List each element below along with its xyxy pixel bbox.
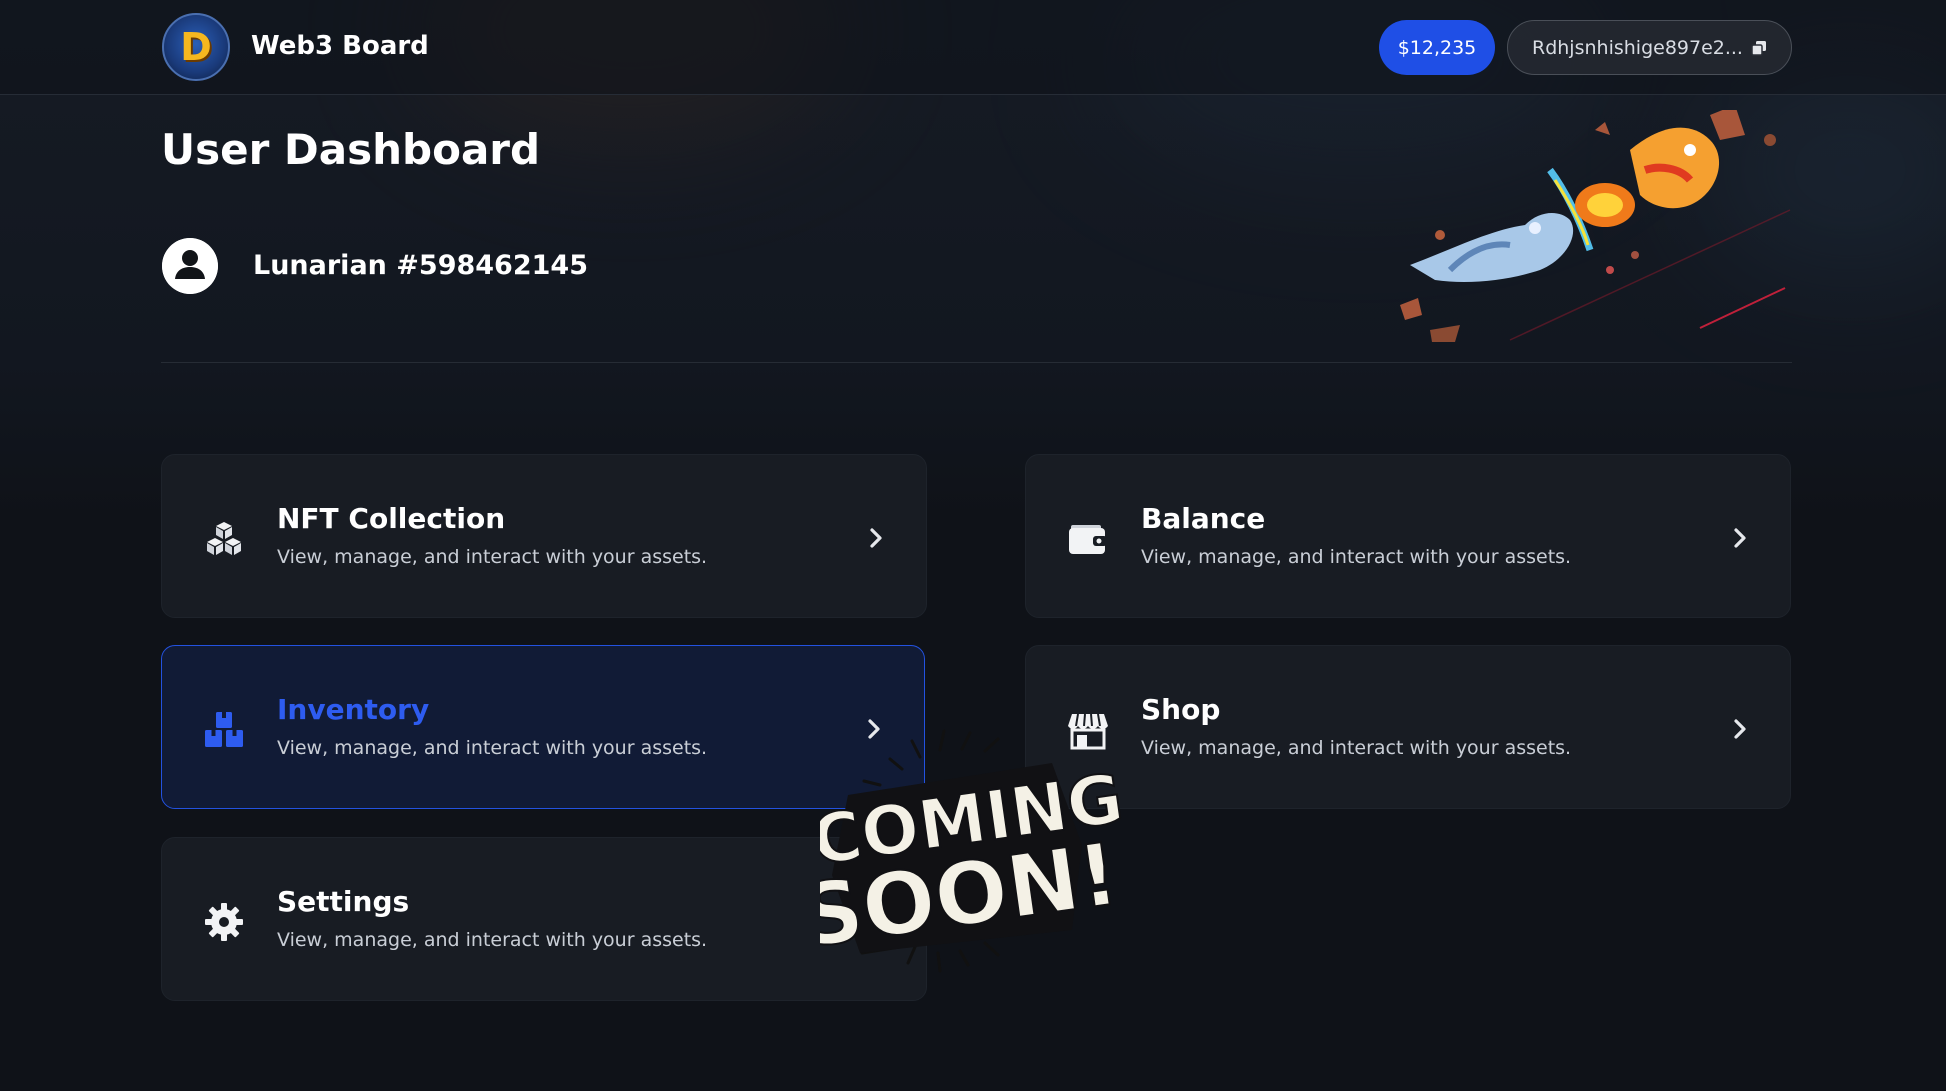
chevron-right-icon[interactable] <box>1730 526 1750 550</box>
hero-illustration <box>1400 110 1791 342</box>
brand-logo[interactable]: D <box>162 13 230 81</box>
cubes-icon <box>207 522 241 555</box>
logo-letter: D <box>180 25 212 69</box>
card-description: View, manage, and interact with your ass… <box>277 546 708 568</box>
coming-soon-sticker: COMING SOON! <box>820 729 1129 973</box>
chevron-right-icon[interactable] <box>1730 717 1750 741</box>
username: Lunarian #598462145 <box>253 250 588 281</box>
card-settings[interactable]: Settings View, manage, and interact with… <box>161 837 927 1001</box>
user-icon <box>162 238 218 294</box>
card-description: View, manage, and interact with your ass… <box>1141 546 1572 568</box>
brand-name[interactable]: Web3 Board <box>251 28 429 64</box>
wallet-icon <box>1069 525 1107 554</box>
balance-button[interactable]: $12,235 <box>1379 20 1495 75</box>
card-title: Balance <box>1141 502 1266 535</box>
card-nft-collection[interactable]: NFT Collection View, manage, and interac… <box>161 454 927 618</box>
chevron-right-icon[interactable] <box>866 526 886 550</box>
section-divider <box>161 362 1792 363</box>
avatar[interactable] <box>162 238 218 294</box>
card-title: Shop <box>1141 693 1221 726</box>
card-description: View, manage, and interact with your ass… <box>277 737 708 759</box>
dashboard-page: D Web3 Board $12,235 Rdhjsnhishige897e2.… <box>0 0 1946 1091</box>
card-title: NFT Collection <box>277 502 506 535</box>
wallet-address: Rdhjsnhishige897e2... <box>1532 36 1743 59</box>
card-shop[interactable]: Shop View, manage, and interact with you… <box>1025 645 1791 809</box>
gear-icon <box>205 903 243 941</box>
copy-icon[interactable] <box>1751 40 1767 56</box>
boxes-icon <box>205 712 243 747</box>
card-balance[interactable]: Balance View, manage, and interact with … <box>1025 454 1791 618</box>
card-inventory[interactable]: Inventory View, manage, and interact wit… <box>161 645 925 809</box>
wallet-address-button[interactable]: Rdhjsnhishige897e2... <box>1507 20 1792 75</box>
card-title: Inventory <box>277 693 430 726</box>
card-description: View, manage, and interact with your ass… <box>1141 737 1572 759</box>
card-description: View, manage, and interact with your ass… <box>277 929 708 951</box>
card-title: Settings <box>277 885 410 918</box>
page-title: User Dashboard <box>161 125 541 174</box>
top-navbar: D Web3 Board $12,235 Rdhjsnhishige897e2.… <box>0 0 1946 95</box>
